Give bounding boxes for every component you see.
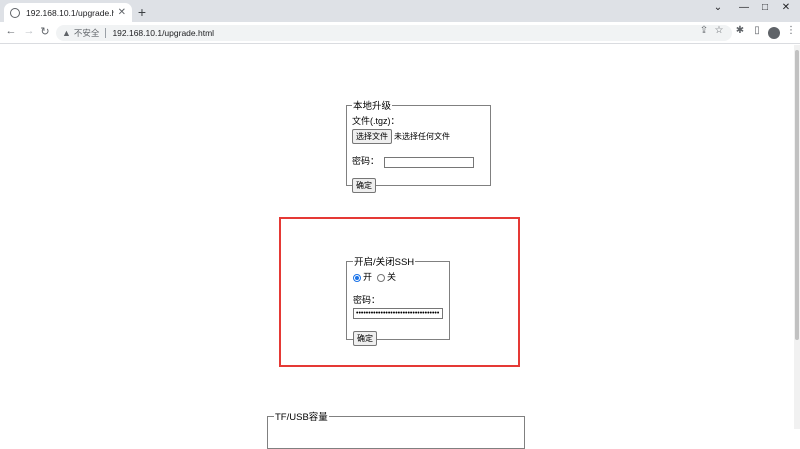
extensions-icon[interactable]: ✱ [733, 25, 747, 36]
menu-icon[interactable]: ⋮ [784, 25, 798, 36]
globe-icon [10, 7, 20, 18]
ssh-confirm-button[interactable]: 确定 [353, 331, 377, 346]
scrollbar-thumb[interactable] [795, 50, 799, 340]
storage-legend: TF/USB容量 [275, 412, 328, 423]
ssh-off-radio[interactable] [377, 273, 386, 282]
address-bar[interactable]: ▲ 不安全 192.168.10.1/upgrade.html [56, 25, 732, 41]
ssh-off-label: 关 [387, 272, 397, 282]
minimize-icon[interactable]: — [736, 2, 752, 13]
upgrade-confirm-button[interactable]: 确定 [352, 178, 376, 193]
ssh-password-label: 密码： [353, 295, 381, 305]
url-text[interactable]: 192.168.10.1/upgrade.html [112, 28, 214, 38]
profile-avatar[interactable] [768, 27, 780, 39]
choose-file-button[interactable]: 选择文件 [352, 129, 392, 144]
browser-tab[interactable]: 192.168.10.1/upgrade.html ✕ [4, 3, 132, 22]
ssh-on-radio[interactable] [353, 273, 361, 282]
browser-toolbar: ← → ↻ ▲ 不安全 192.168.10.1/upgrade.html ⇪ … [0, 22, 800, 44]
reload-icon[interactable]: ↻ [38, 25, 52, 38]
address-separator [105, 28, 107, 38]
warning-icon[interactable]: ▲ [62, 28, 71, 38]
no-file-chosen-text: 未选择任何文件 [394, 132, 450, 141]
sidebar-icon[interactable]: ▯ [750, 25, 764, 36]
new-tab-button[interactable]: + [135, 4, 149, 20]
close-tab-icon[interactable]: ✕ [118, 7, 126, 18]
upgrade-password-label: 密码： [352, 156, 380, 166]
upgrade-password-input[interactable] [383, 157, 474, 168]
star-icon[interactable]: ☆ [712, 25, 726, 36]
ssh-password-input[interactable]: •••••••••••••••••••••••••••••••••• [353, 308, 443, 319]
maximize-icon[interactable]: □ [757, 2, 773, 13]
share-icon[interactable]: ⇪ [697, 25, 711, 36]
tab-title: 192.168.10.1/upgrade.html [26, 7, 114, 18]
tab-strip: 192.168.10.1/upgrade.html ✕ + ⌄ — □ ✕ [0, 0, 800, 22]
security-label[interactable]: 不安全 [74, 27, 100, 39]
back-icon[interactable]: ← [4, 25, 18, 37]
chevron-down-icon[interactable]: ⌄ [710, 2, 726, 13]
file-label: 文件(.tgz)： [352, 116, 400, 126]
ssh-fieldset: 开启/关闭SSH 开 关 密码： •••••••••••••••••••••••… [346, 254, 450, 346]
close-window-icon[interactable]: ✕ [778, 2, 794, 13]
storage-fieldset: TF/USB容量 [267, 409, 525, 449]
local-upgrade-fieldset: 本地升级 文件(.tgz)： 选择文件 未选择任何文件 密码： 确定 [346, 98, 491, 193]
local-upgrade-legend: 本地升级 [353, 101, 392, 112]
forward-icon[interactable]: → [22, 25, 36, 37]
ssh-on-label: 开 [363, 272, 373, 282]
ssh-legend: 开启/关闭SSH [354, 257, 415, 268]
